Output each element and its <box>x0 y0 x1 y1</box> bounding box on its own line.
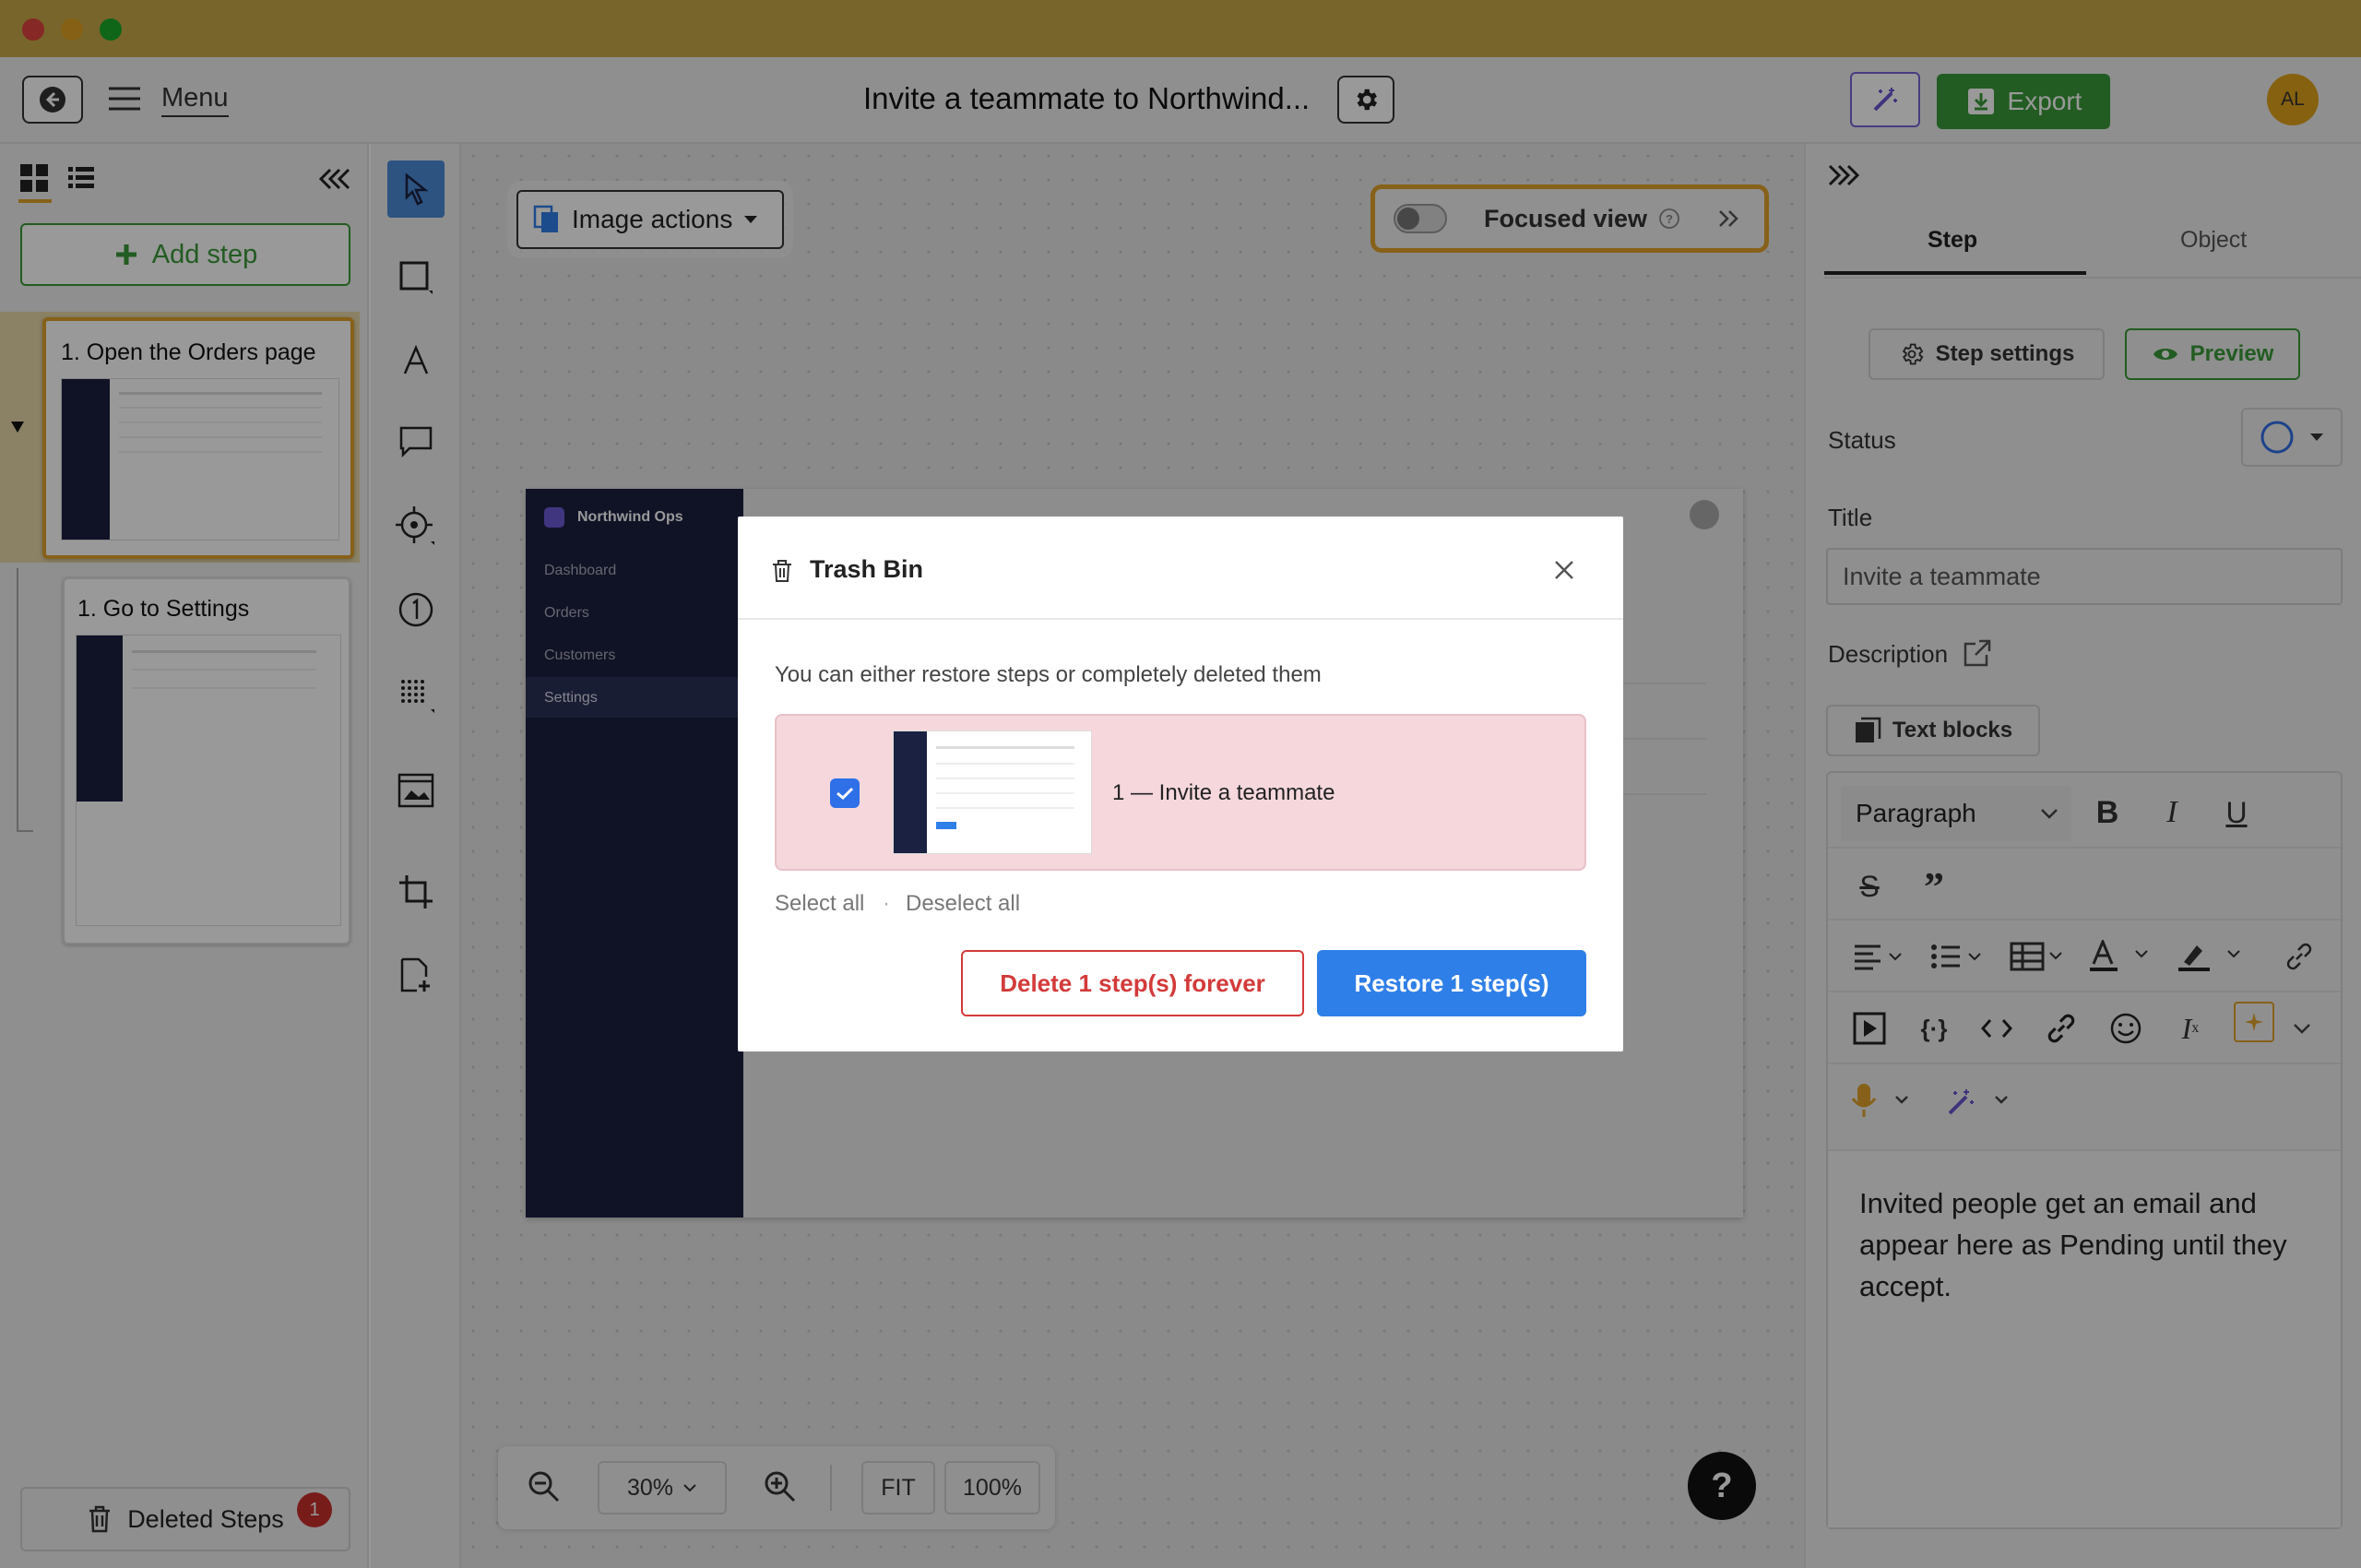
trash-item-checkbox[interactable] <box>830 778 860 808</box>
deselect-all-link[interactable]: Deselect all <box>906 891 1020 917</box>
modal-description: You can either restore steps or complete… <box>775 662 1322 687</box>
close-icon <box>1555 561 1573 579</box>
trash-item[interactable]: 1 — Invite a teammate <box>775 714 1586 871</box>
trash-item-thumbnail <box>893 731 1092 854</box>
trash-item-label: 1 — Invite a teammate <box>1112 780 1335 805</box>
trash-icon <box>771 559 793 583</box>
trash-bin-modal: Trash Bin You can either restore steps o… <box>738 517 1623 1051</box>
select-separator: · <box>883 891 890 916</box>
restore-steps-button[interactable]: Restore 1 step(s) <box>1317 950 1586 1016</box>
delete-forever-button[interactable]: Delete 1 step(s) forever <box>961 950 1304 1016</box>
modal-close-button[interactable] <box>1553 559 1575 581</box>
modal-title: Trash Bin <box>810 555 924 583</box>
select-all-link[interactable]: Select all <box>775 891 864 917</box>
checkmark-icon <box>836 787 854 801</box>
modal-header: Trash Bin <box>738 517 1623 620</box>
